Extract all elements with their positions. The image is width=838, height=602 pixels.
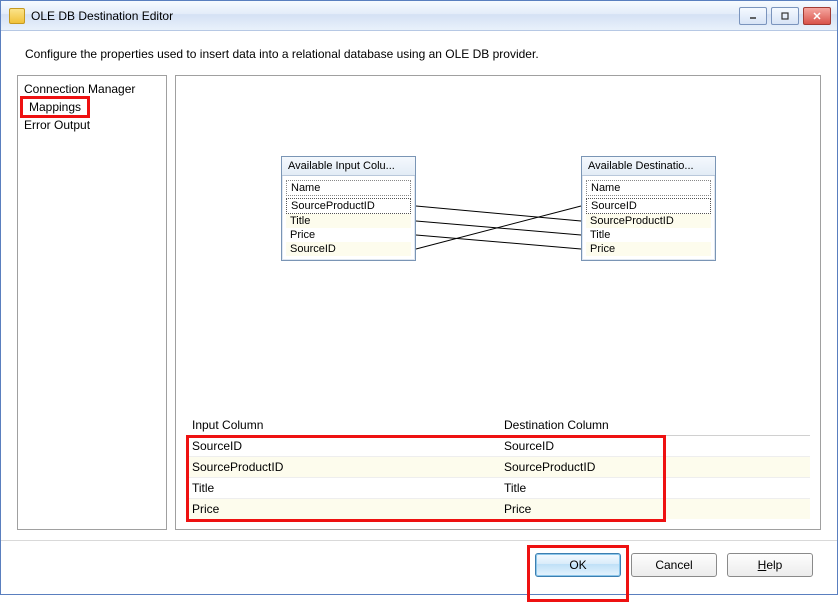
highlight-mappings: Mappings	[20, 96, 90, 118]
dest-col-item[interactable]: SourceID	[586, 198, 711, 214]
mapping-cell-input[interactable]: Price	[186, 499, 498, 520]
mapping-row[interactable]: PricePrice	[186, 499, 810, 520]
dialog-body: Connection Manager Mappings Error Output…	[1, 75, 837, 540]
mapping-row[interactable]: TitleTitle	[186, 478, 810, 499]
sidebar-item-error-output[interactable]: Error Output	[18, 116, 166, 134]
input-col-item[interactable]: Price	[286, 228, 411, 242]
mapping-cell-dest[interactable]: SourceProductID	[498, 457, 810, 478]
mapping-th-dest[interactable]: Destination Column	[498, 415, 810, 436]
dialog-window: OLE DB Destination Editor Configure the …	[0, 0, 838, 595]
maximize-icon	[780, 11, 790, 21]
mapping-row[interactable]: SourceProductIDSourceProductID	[186, 457, 810, 478]
input-col-item[interactable]: SourceProductID	[286, 198, 411, 214]
mapping-cell-dest[interactable]: SourceID	[498, 436, 810, 457]
minimize-icon	[748, 11, 758, 21]
available-input-columns-box[interactable]: Available Input Colu... Name SourceProdu…	[281, 156, 416, 261]
help-button[interactable]: Help	[727, 553, 813, 577]
dest-col-item[interactable]: SourceProductID	[586, 214, 711, 228]
main-panel: Available Input Colu... Name SourceProdu…	[175, 75, 821, 530]
window-title: OLE DB Destination Editor	[31, 9, 739, 23]
dialog-footer: OK Cancel Help	[1, 540, 837, 594]
app-icon	[9, 8, 25, 24]
mapping-cell-dest[interactable]: Title	[498, 478, 810, 499]
close-icon	[812, 11, 822, 21]
dest-box-title: Available Destinatio...	[582, 157, 715, 176]
dialog-description: Configure the properties used to insert …	[1, 31, 837, 75]
mapping-cell-input[interactable]: Title	[186, 478, 498, 499]
dest-col-item[interactable]: Title	[586, 228, 711, 242]
mapping-cell-input[interactable]: SourceProductID	[186, 457, 498, 478]
mapping-th-input[interactable]: Input Column	[186, 415, 498, 436]
nav-sidebar: Connection Manager Mappings Error Output	[17, 75, 167, 530]
cancel-button[interactable]: Cancel	[631, 553, 717, 577]
input-col-item[interactable]: SourceID	[286, 242, 411, 256]
input-col-item[interactable]: Title	[286, 214, 411, 228]
mapping-cell-input[interactable]: SourceID	[186, 436, 498, 457]
mapping-diagram: Available Input Colu... Name SourceProdu…	[186, 86, 810, 415]
mapping-table-wrap: Input Column Destination Column SourceID…	[186, 415, 810, 519]
mapping-cell-dest[interactable]: Price	[498, 499, 810, 520]
maximize-button[interactable]	[771, 7, 799, 25]
mapping-row[interactable]: SourceIDSourceID	[186, 436, 810, 457]
close-button[interactable]	[803, 7, 831, 25]
input-box-header: Name	[286, 180, 411, 196]
dest-col-item[interactable]: Price	[586, 242, 711, 256]
minimize-button[interactable]	[739, 7, 767, 25]
dest-box-header: Name	[586, 180, 711, 196]
mapping-table: Input Column Destination Column SourceID…	[186, 415, 810, 519]
highlight-ok	[527, 545, 629, 602]
input-box-title: Available Input Colu...	[282, 157, 415, 176]
window-buttons	[739, 7, 831, 25]
titlebar: OLE DB Destination Editor	[1, 1, 837, 31]
available-destination-columns-box[interactable]: Available Destinatio... Name SourceID So…	[581, 156, 716, 261]
connection-lines	[186, 86, 810, 415]
sidebar-item-mappings[interactable]: Mappings	[23, 99, 87, 115]
